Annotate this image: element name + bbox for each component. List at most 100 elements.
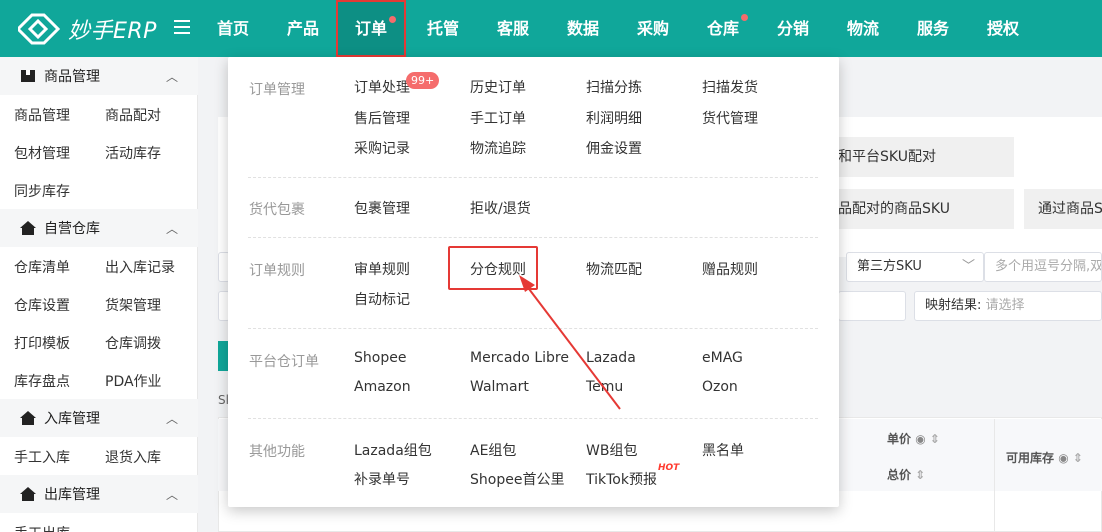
sidebar-group-product[interactable]: 商品管理 ︿ xyxy=(0,57,198,95)
nav-distribution[interactable]: 分销 xyxy=(758,0,828,57)
sidebar-group-label: 出库管理 xyxy=(44,487,100,503)
menu-item-order-processing[interactable]: 订单处理 xyxy=(354,77,410,97)
menu-item[interactable]: Temu xyxy=(586,379,623,395)
help-icon: ◉ xyxy=(1058,451,1069,465)
sidebar-item[interactable]: PDA作业 xyxy=(105,371,162,391)
sidebar-item[interactable]: 仓库清单 xyxy=(14,257,70,277)
menu-item[interactable]: Shopee首公里 xyxy=(470,469,564,489)
sidebar-group-outbound[interactable]: 出库管理 ︿ xyxy=(0,475,198,513)
col-stock[interactable]: 可用库存 ◉ ⇕ xyxy=(1006,449,1083,466)
sku-multi-input-placeholder: 多个用逗号分隔,双 xyxy=(995,259,1102,274)
orders-dropdown-menu: 订单管理 订单处理 99+ 历史订单 扫描分拣 扫描发货 售后管理 手工订单 利… xyxy=(228,57,839,507)
mapping-placeholder: 请选择 xyxy=(985,298,1025,313)
menu-item[interactable]: 利润明细 xyxy=(586,108,642,128)
nav-data[interactable]: 数据 xyxy=(548,0,618,57)
guide-step: 通过商品S xyxy=(1024,189,1102,229)
sku-type-select[interactable]: 第三方SKU ﹀ xyxy=(846,252,984,282)
sidebar-group-inbound[interactable]: 入库管理 ︿ xyxy=(0,399,198,437)
sidebar-item[interactable]: 仓库调拨 xyxy=(105,333,161,353)
sidebar-item[interactable]: 仓库设置 xyxy=(14,295,70,315)
nav-home[interactable]: 首页 xyxy=(198,0,268,57)
divider xyxy=(248,177,818,178)
sidebar: 商品管理 ︿ 商品管理 商品配对 包材管理 活动库存 同步库存 自营仓库 ︿ 仓… xyxy=(0,57,198,532)
menu-item[interactable]: 物流追踪 xyxy=(470,138,526,158)
menu-item[interactable]: 赠品规则 xyxy=(702,259,758,279)
menu-item[interactable]: 货代管理 xyxy=(702,108,758,128)
menu-item[interactable]: 包裹管理 xyxy=(354,198,410,218)
nav-authorization[interactable]: 授权 xyxy=(968,0,1038,57)
menu-item[interactable]: 售后管理 xyxy=(354,108,410,128)
sidebar-item[interactable]: 出入库记录 xyxy=(105,257,175,277)
menu-item[interactable]: 黑名单 xyxy=(702,440,744,460)
sidebar-item[interactable]: 库存盘点 xyxy=(14,371,70,391)
menu-toggle-icon[interactable] xyxy=(174,20,190,36)
sidebar-item[interactable]: 货架管理 xyxy=(105,295,161,315)
menu-item[interactable]: 历史订单 xyxy=(470,77,526,97)
sidebar-item[interactable]: 手工出库 xyxy=(14,523,70,532)
col-total[interactable]: 总价 ⇕ xyxy=(887,466,925,483)
col-price[interactable]: 单价 ◉ ⇕ xyxy=(887,430,940,447)
logo[interactable]: 妙手ERP xyxy=(18,13,157,45)
nav-logistics[interactable]: 物流 xyxy=(828,0,898,57)
section-title: 货代包裹 xyxy=(249,202,305,218)
menu-item[interactable]: 手工订单 xyxy=(470,108,526,128)
sidebar-item[interactable]: 商品管理 xyxy=(14,105,70,125)
chevron-up-icon: ︿ xyxy=(165,412,178,426)
divider xyxy=(248,418,818,419)
sidebar-item[interactable]: 商品配对 xyxy=(105,105,161,125)
nav-service[interactable]: 客服 xyxy=(478,0,548,57)
top-navbar: 妙手ERP 首页 产品 订单 托管 客服 数据 采购 仓库 分销 物流 服务 授… xyxy=(0,0,1102,57)
chevron-up-icon: ︿ xyxy=(165,70,178,84)
nav-orders[interactable]: 订单 xyxy=(336,0,406,57)
menu-item[interactable]: TikTok预报 xyxy=(586,469,657,489)
menu-item[interactable]: 拒收/退货 xyxy=(470,198,531,218)
menu-item[interactable]: Amazon xyxy=(354,379,411,395)
chevron-down-icon: ﹀ xyxy=(961,259,975,274)
sidebar-item[interactable]: 打印模板 xyxy=(14,333,70,353)
menu-item[interactable]: Walmart xyxy=(470,379,529,395)
nav-purchase[interactable]: 采购 xyxy=(618,0,688,57)
sidebar-item[interactable]: 手工入库 xyxy=(14,447,70,467)
menu-item[interactable]: Ozon xyxy=(702,379,738,395)
divider xyxy=(248,237,818,238)
divider xyxy=(994,419,995,532)
nav-services[interactable]: 服务 xyxy=(898,0,968,57)
menu-item[interactable]: Lazada xyxy=(586,350,636,366)
sidebar-item[interactable]: 同步库存 xyxy=(14,181,70,201)
menu-item[interactable]: Shopee xyxy=(354,350,406,366)
sidebar-item[interactable]: 退货入库 xyxy=(105,447,161,467)
menu-item[interactable]: 物流匹配 xyxy=(586,259,642,279)
filter-field[interactable] xyxy=(838,291,906,321)
sku-multi-input[interactable]: 多个用逗号分隔,双 xyxy=(984,252,1102,282)
section-title: 平台仓订单 xyxy=(249,354,319,370)
sidebar-item[interactable]: 活动库存 xyxy=(105,143,161,163)
menu-item[interactable]: AE组包 xyxy=(470,440,516,460)
nav-hosting[interactable]: 托管 xyxy=(408,0,478,57)
logo-text: 妙手ERP xyxy=(68,19,157,44)
menu-item[interactable]: Mercado Libre xyxy=(470,350,569,366)
sort-icon: ⇕ xyxy=(1072,451,1083,465)
nav-warehouse[interactable]: 仓库 xyxy=(688,0,758,57)
nav-products[interactable]: 产品 xyxy=(268,0,338,57)
menu-item[interactable]: 自动标记 xyxy=(354,289,410,309)
menu-item[interactable]: 扫描发货 xyxy=(702,77,758,97)
menu-item[interactable]: WB组包 xyxy=(586,440,637,460)
menu-item[interactable]: Lazada组包 xyxy=(354,440,432,460)
menu-item[interactable]: 审单规则 xyxy=(354,259,410,279)
chevron-up-icon: ︿ xyxy=(165,222,178,236)
count-badge: 99+ xyxy=(406,72,440,89)
menu-item[interactable]: eMAG xyxy=(702,350,743,366)
logo-icon xyxy=(18,13,60,45)
menu-item[interactable]: 补录单号 xyxy=(354,469,410,489)
menu-item[interactable]: 扫描分拣 xyxy=(586,77,642,97)
sort-icon: ⇕ xyxy=(929,432,940,446)
menu-item[interactable]: 采购记录 xyxy=(354,138,410,158)
sidebar-group-warehouse[interactable]: 自营仓库 ︿ xyxy=(0,209,198,247)
sort-icon: ⇕ xyxy=(915,468,926,482)
section-title: 订单规则 xyxy=(249,263,305,279)
menu-item[interactable]: 佣金设置 xyxy=(586,138,642,158)
mapping-result-select[interactable]: 映射结果: 请选择 xyxy=(914,291,1102,321)
sidebar-item[interactable]: 包材管理 xyxy=(14,143,70,163)
highlight-box xyxy=(448,246,538,290)
home-icon xyxy=(20,411,36,425)
